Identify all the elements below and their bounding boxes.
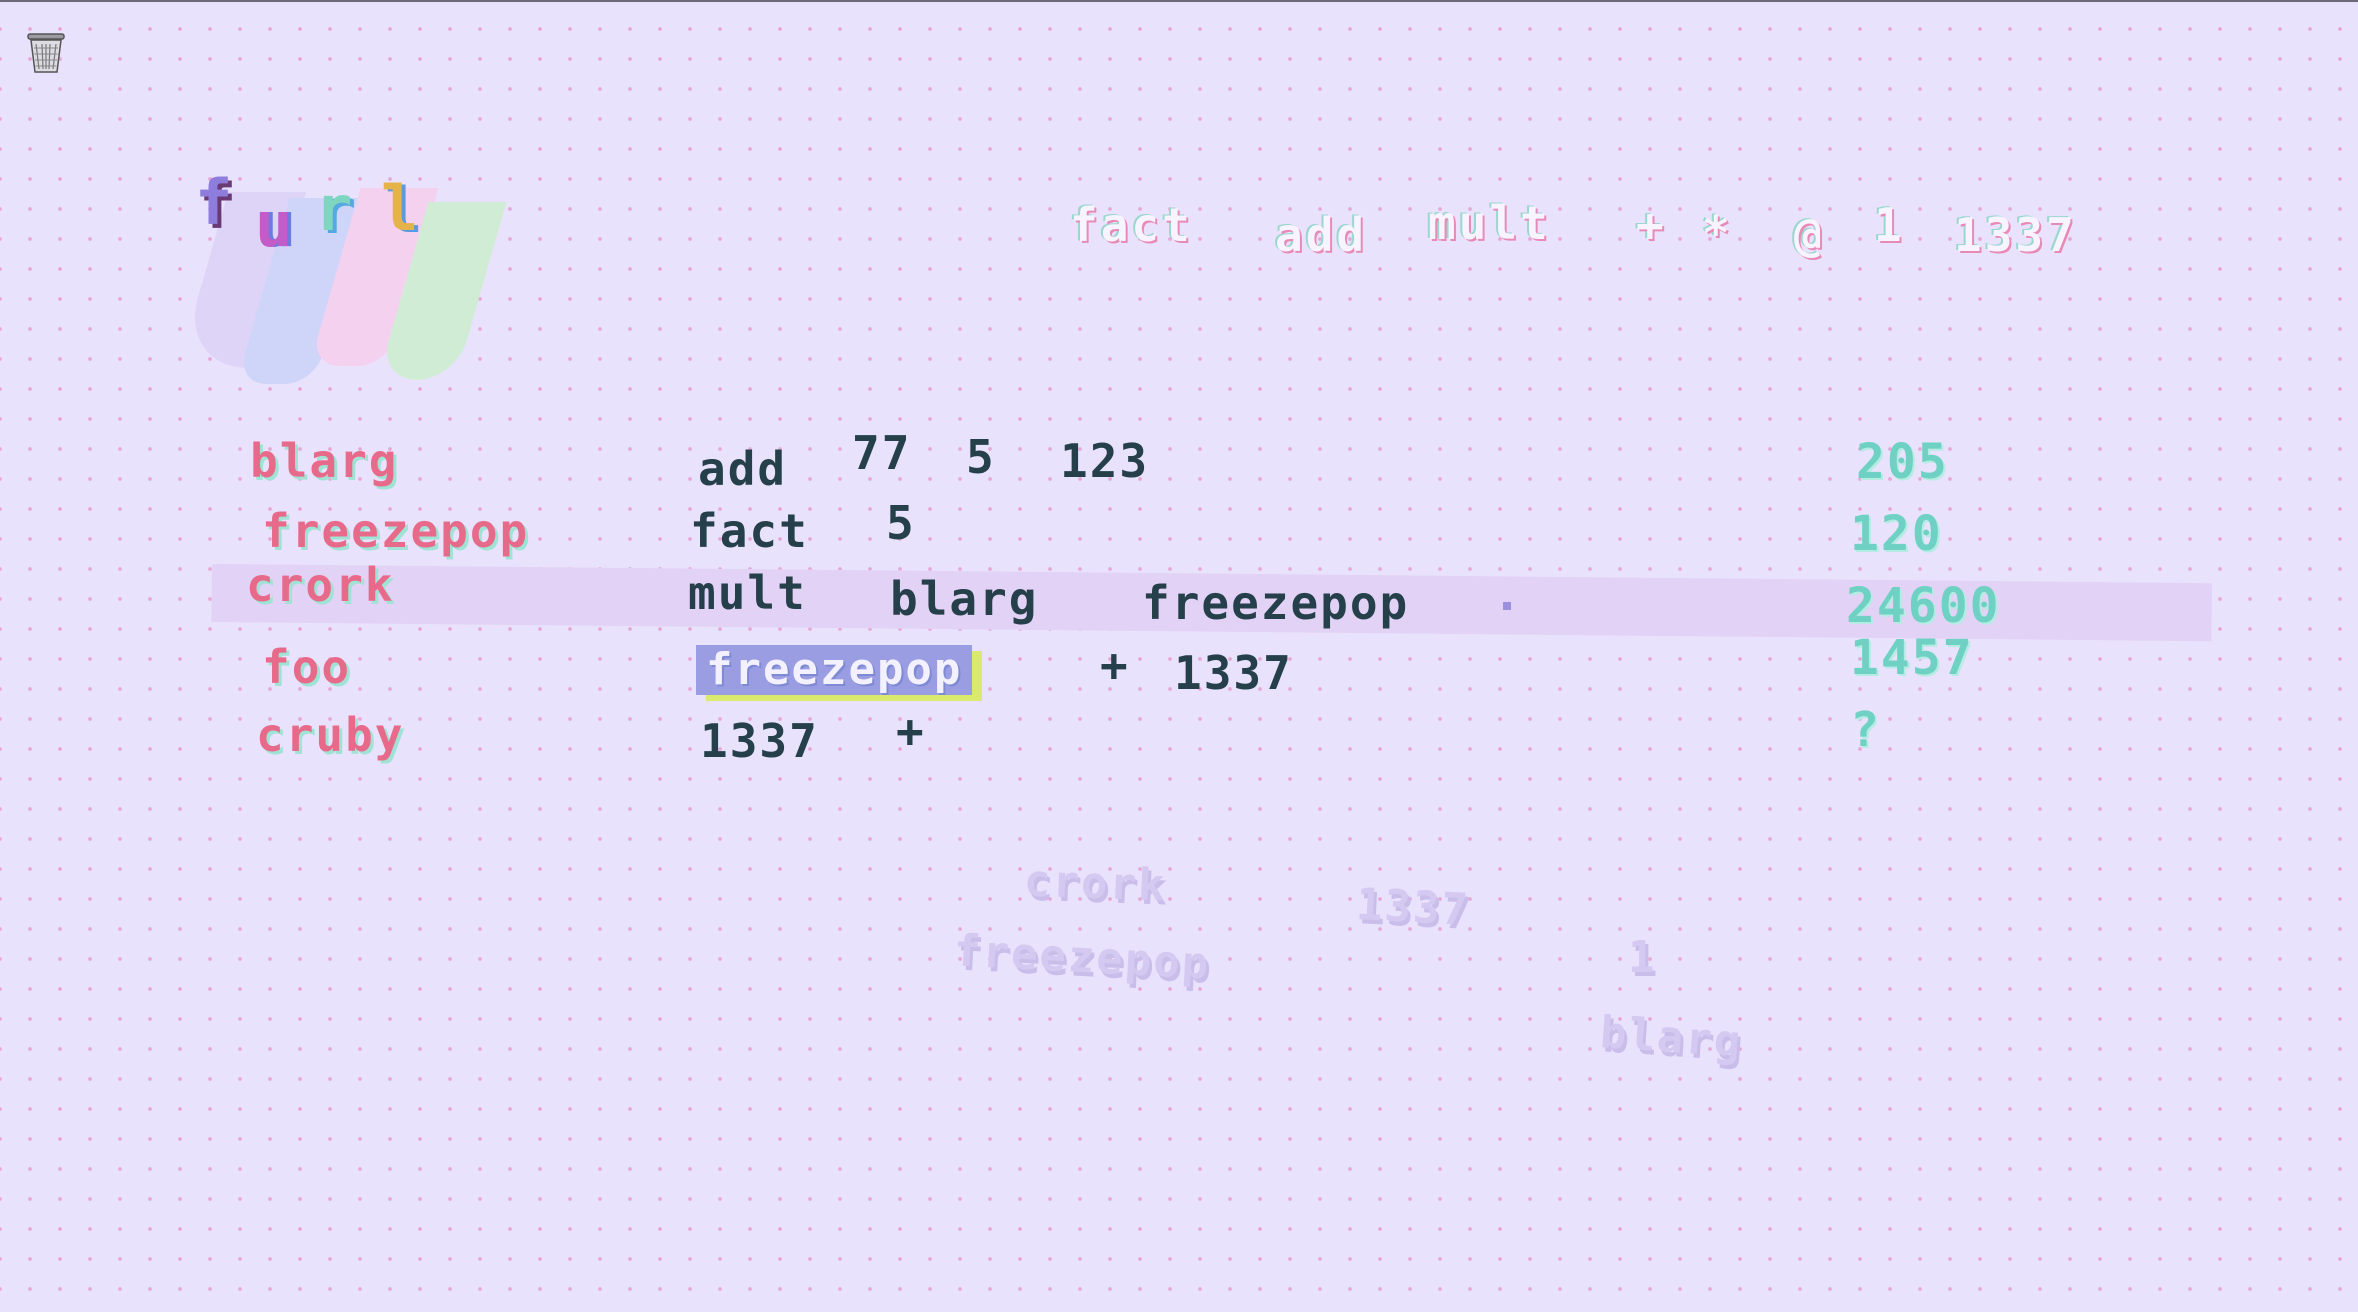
trash-icon[interactable] — [26, 30, 66, 76]
row-name-crork[interactable]: crork — [246, 558, 394, 612]
expr-token[interactable]: 1337 — [700, 714, 819, 768]
palette-token-add[interactable]: add — [1275, 208, 1367, 262]
expr-token[interactable]: fact — [690, 504, 809, 558]
expr-token[interactable]: 77 — [852, 426, 911, 480]
expr-token[interactable]: add — [698, 442, 787, 496]
expr-token[interactable]: freezepop — [1142, 576, 1409, 630]
palette-token-mult[interactable]: mult — [1428, 196, 1551, 250]
selected-token[interactable]: freezepop — [696, 645, 973, 695]
row-result: 1457 — [1850, 630, 1974, 686]
palette-token-plus[interactable]: + — [1636, 198, 1667, 252]
row-name-blarg[interactable]: blarg — [250, 434, 398, 488]
drop-cursor — [1503, 602, 1511, 610]
ghost-token[interactable]: 1 — [1628, 932, 1657, 983]
expr-token[interactable]: + — [896, 704, 926, 758]
row-result: ? — [1850, 702, 1881, 758]
palette-token-at[interactable]: @ — [1794, 208, 1825, 262]
expr-token[interactable]: 1337 — [1174, 646, 1293, 700]
ghost-token[interactable]: crork — [1023, 856, 1167, 912]
row-result: 24600 — [1846, 578, 2001, 634]
palette-token-1[interactable]: 1 — [1874, 198, 1905, 252]
expr-token[interactable]: mult — [688, 566, 807, 620]
ghost-token[interactable]: 1337 — [1355, 879, 1471, 936]
expr-token[interactable]: 5 — [886, 496, 916, 550]
palette-token-1337[interactable]: 1337 — [1954, 208, 2077, 262]
expr-token[interactable]: blarg — [890, 572, 1038, 626]
ghost-token[interactable]: freezepop — [953, 925, 1212, 989]
expr-token[interactable]: 5 — [966, 430, 996, 484]
expr-token[interactable]: 123 — [1060, 434, 1149, 488]
palette-token-times[interactable]: * — [1702, 206, 1733, 260]
row-result: 120 — [1850, 506, 1943, 562]
expr-token[interactable]: + — [1100, 638, 1130, 692]
ghost-token[interactable]: blarg — [1598, 1007, 1744, 1068]
furl-logo: f u r l — [177, 172, 507, 387]
row-name-cruby[interactable]: cruby — [256, 708, 404, 762]
row-result: 205 — [1856, 434, 1949, 490]
row-name-freezepop[interactable]: freezepop — [262, 504, 529, 558]
row-name-foo[interactable]: foo — [262, 640, 351, 694]
palette-token-fact[interactable]: fact — [1070, 198, 1193, 252]
